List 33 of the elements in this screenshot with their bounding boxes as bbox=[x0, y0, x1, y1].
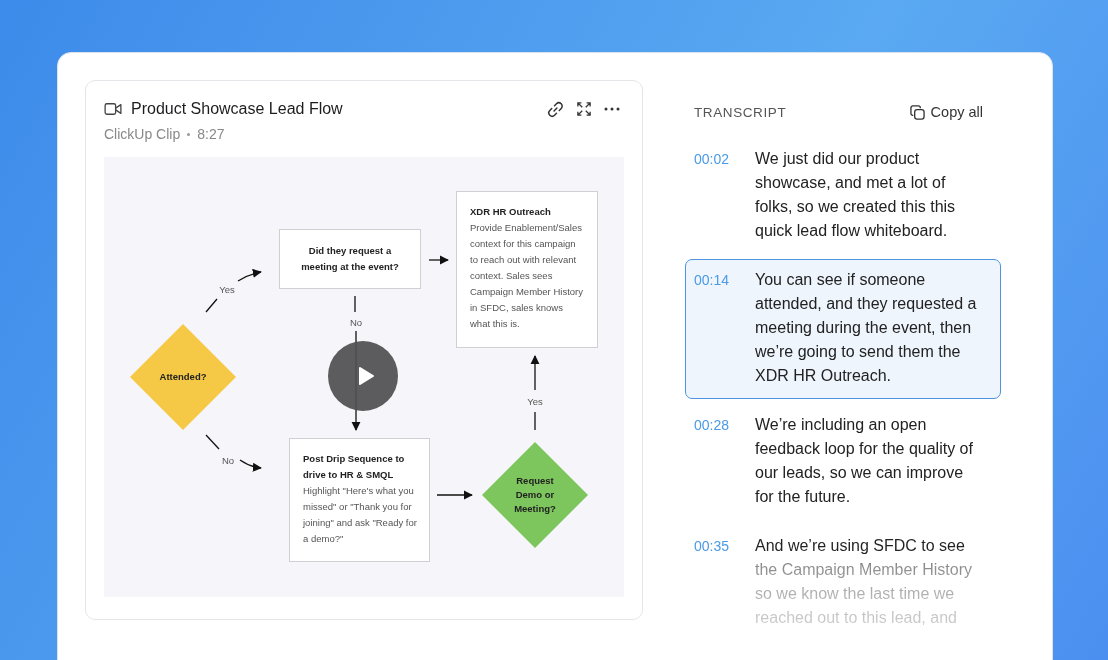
flow-arrow bbox=[205, 434, 262, 472]
transcript-text: We just did our product showcase, and met a lot of folks, so we created this this quick lead flow whiteboard. bbox=[755, 149, 957, 241]
edge-label: No bbox=[349, 316, 363, 328]
separator-dot-icon bbox=[187, 132, 191, 136]
more-icon[interactable] bbox=[604, 107, 620, 111]
transcript-entry[interactable]: 00:02 We just did our product showcase, and met a lot of folks, so we created this this quick lead flow whiteboard. bbox=[685, 138, 1001, 254]
box-text: Provide Enablement/Sales context for this campaign to reach out with relevant context. Sales sees Campaign Member History in SFDC, sales knows what this is. bbox=[470, 221, 584, 331]
transcript-text: We’re including an open feedback loop for the quality of our leads, so we can improve for the future. bbox=[755, 415, 974, 507]
edge-label: Yes bbox=[219, 283, 235, 295]
link-icon[interactable] bbox=[547, 100, 564, 118]
edge-label: No bbox=[221, 454, 235, 466]
copy-icon bbox=[909, 104, 925, 120]
transcript-entry[interactable]: 00:28 We’re including an open feedback loop for the quality of our leads, so we can improve for the future. bbox=[685, 404, 1001, 520]
transcript-heading: TRANSCRIPT bbox=[694, 104, 787, 120]
flow-arrow bbox=[428, 255, 449, 265]
box-title: XDR HR Outreach bbox=[470, 205, 552, 219]
flow-arrow bbox=[205, 269, 262, 313]
clip-title: Product Showcase Lead Flow bbox=[131, 100, 343, 118]
video-camera-icon bbox=[104, 102, 122, 116]
transcript-text: You can see if someone attended, and they requested a meeting during the event, then we’re going to send them the XDR HR Outreach. bbox=[755, 270, 978, 386]
diamond-label: Attended? bbox=[158, 370, 208, 384]
clip-source: ClickUp Clip bbox=[104, 126, 181, 142]
expand-icon[interactable] bbox=[577, 102, 591, 116]
diamond-label: Request Demo or Meeting? bbox=[513, 474, 557, 516]
transcript-entry[interactable]: 00:35 And we’re using SFDC to see the Campaign Member History so we know the last time we reached out to this lead, and bbox=[685, 525, 1001, 641]
flow-arrow bbox=[436, 490, 473, 500]
box-title: Post Drip Sequence to drive to HR & SMQL bbox=[303, 452, 406, 482]
box-text: Highlight "Here's what you missed" or "Thank you for joining" and ask "Ready for a demo?" bbox=[303, 484, 417, 546]
transcript-entry[interactable]: 00:14 You can see if someone attended, and they requested a meeting during the event, then we’re going to send them the XDR HR Outreach. bbox=[685, 259, 1001, 399]
clip-duration: 8:27 bbox=[197, 126, 225, 142]
box-title: Did they request a meeting at the event? bbox=[300, 244, 400, 274]
copy-all-button[interactable]: Copy all bbox=[909, 104, 983, 120]
edge-label: Yes bbox=[527, 395, 543, 407]
